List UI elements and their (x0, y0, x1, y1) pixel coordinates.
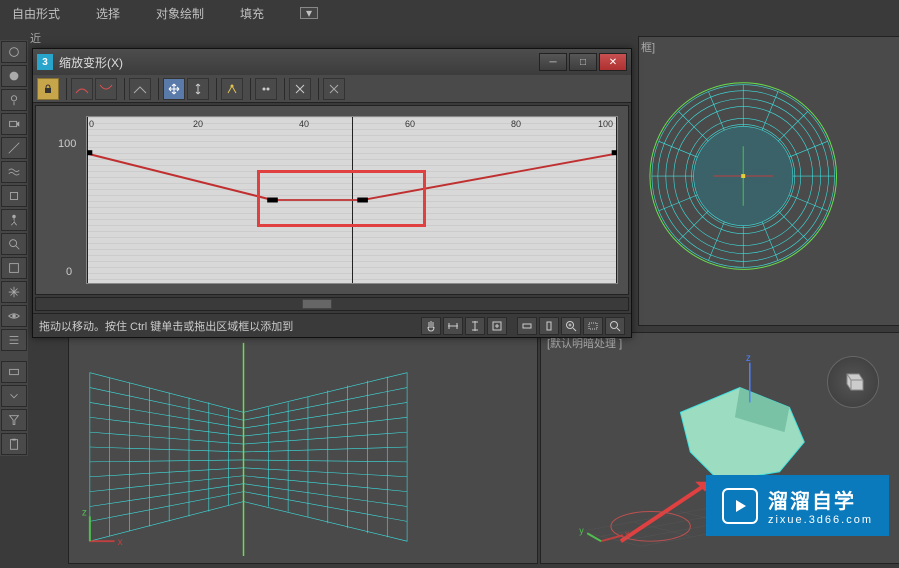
tool-camera-icon[interactable] (1, 113, 27, 135)
tool-light-icon[interactable] (1, 89, 27, 111)
logo-title: 溜溜自学 (768, 485, 873, 514)
highlight-annotation (257, 170, 427, 226)
svg-text:z: z (82, 507, 87, 518)
tool-circle-icon[interactable] (1, 41, 27, 63)
tool-snow-icon[interactable] (1, 281, 27, 303)
tool-plane-icon[interactable] (1, 137, 27, 159)
front-wireframe: x z (69, 333, 537, 563)
dialog-titlebar[interactable]: 3 缩放变形(X) ─ □ ✕ (33, 49, 631, 75)
curve-red2-icon[interactable] (95, 78, 117, 100)
app-icon: 3 (37, 54, 53, 70)
y-axis-0: 0 (66, 266, 72, 278)
delete-point-icon[interactable] (289, 78, 311, 100)
viewcube[interactable] (827, 356, 879, 408)
tool-filter-icon[interactable] (1, 409, 27, 431)
move-tool-icon[interactable] (163, 78, 185, 100)
maximize-button[interactable]: □ (569, 53, 597, 71)
curve-red1-icon[interactable] (71, 78, 93, 100)
menu-dropdown-icon[interactable]: ▾ (300, 7, 318, 19)
viewport-top-label: 框] (641, 39, 655, 55)
dialog-statusbar: 拖动以移动。按住 Ctrl 键单击或拖出区域框以添加到 (33, 313, 631, 337)
lock-toggle-icon[interactable] (37, 78, 59, 100)
zoom-extents-h-icon[interactable] (443, 317, 463, 335)
tool-clipboard-icon[interactable] (1, 433, 27, 455)
svg-text:x: x (625, 529, 630, 539)
zoom-region-h-icon[interactable] (517, 317, 537, 335)
tool-list-icon[interactable] (1, 329, 27, 351)
zoom-region-v-icon[interactable] (539, 317, 559, 335)
tool-sphere-icon[interactable] (1, 65, 27, 87)
scale-deformation-dialog: 3 缩放变形(X) ─ □ ✕ 100 0 0 20 40 (32, 48, 632, 338)
play-icon (722, 488, 758, 524)
svg-text:z: z (746, 353, 751, 364)
top-wireframe (639, 37, 899, 325)
dialog-toolbar (33, 75, 631, 103)
watermark-logo: 溜溜自学 zixue.3d66.com (706, 475, 889, 536)
viewport-front[interactable]: x z (68, 332, 538, 564)
menu-objpaint[interactable]: 对象绘制 (152, 3, 208, 24)
zoom-extents-icon[interactable] (487, 317, 507, 335)
zoom-in-icon[interactable] (561, 317, 581, 335)
zoom-extents-v-icon[interactable] (465, 317, 485, 335)
curve-combo-icon[interactable] (129, 78, 151, 100)
graph-scrollbar[interactable] (35, 297, 629, 311)
dialog-title: 缩放变形(X) (59, 54, 123, 71)
graph-canvas[interactable]: 0 20 40 60 80 100 (86, 116, 618, 284)
tool-box-icon[interactable] (1, 257, 27, 279)
scale-vert-icon[interactable] (187, 78, 209, 100)
tool-waves-icon[interactable] (1, 161, 27, 183)
tool-walkthrough-icon[interactable] (1, 209, 27, 231)
menu-fill[interactable]: 填充 (236, 3, 268, 24)
reset-curve-icon[interactable] (323, 78, 345, 100)
svg-text:x: x (118, 537, 123, 548)
left-toolbar (0, 40, 28, 456)
zoom-region-icon[interactable] (583, 317, 603, 335)
deformation-graph[interactable]: 100 0 0 20 40 60 80 100 (35, 105, 629, 295)
y-axis-100: 100 (58, 138, 76, 150)
viewport-label-partial: 近 (30, 30, 41, 46)
tool-search-icon[interactable] (1, 233, 27, 255)
status-hint-text: 拖动以移动。按住 Ctrl 键单击或拖出区域框以添加到 (39, 318, 293, 334)
minimize-button[interactable]: ─ (539, 53, 567, 71)
pan-icon[interactable] (421, 317, 441, 335)
zoom-icon[interactable] (605, 317, 625, 335)
tool-transform-icon[interactable] (1, 185, 27, 207)
close-button[interactable]: ✕ (599, 53, 627, 71)
insert-corner-icon[interactable] (221, 78, 243, 100)
tool-chevron-down-icon[interactable] (1, 385, 27, 407)
tool-rect2-icon[interactable] (1, 361, 27, 383)
main-menu-bar: 自由形式 选择 对象绘制 填充 ▾ (0, 0, 899, 26)
tool-eye-icon[interactable] (1, 305, 27, 327)
svg-text:y: y (579, 525, 584, 535)
scroll-thumb[interactable] (302, 299, 332, 309)
logo-url: zixue.3d66.com (768, 514, 873, 526)
menu-freeform[interactable]: 自由形式 (8, 3, 64, 24)
viewport-top[interactable]: 框] (638, 36, 899, 326)
insert-bezier-icon[interactable] (255, 78, 277, 100)
menu-select[interactable]: 选择 (92, 3, 124, 24)
